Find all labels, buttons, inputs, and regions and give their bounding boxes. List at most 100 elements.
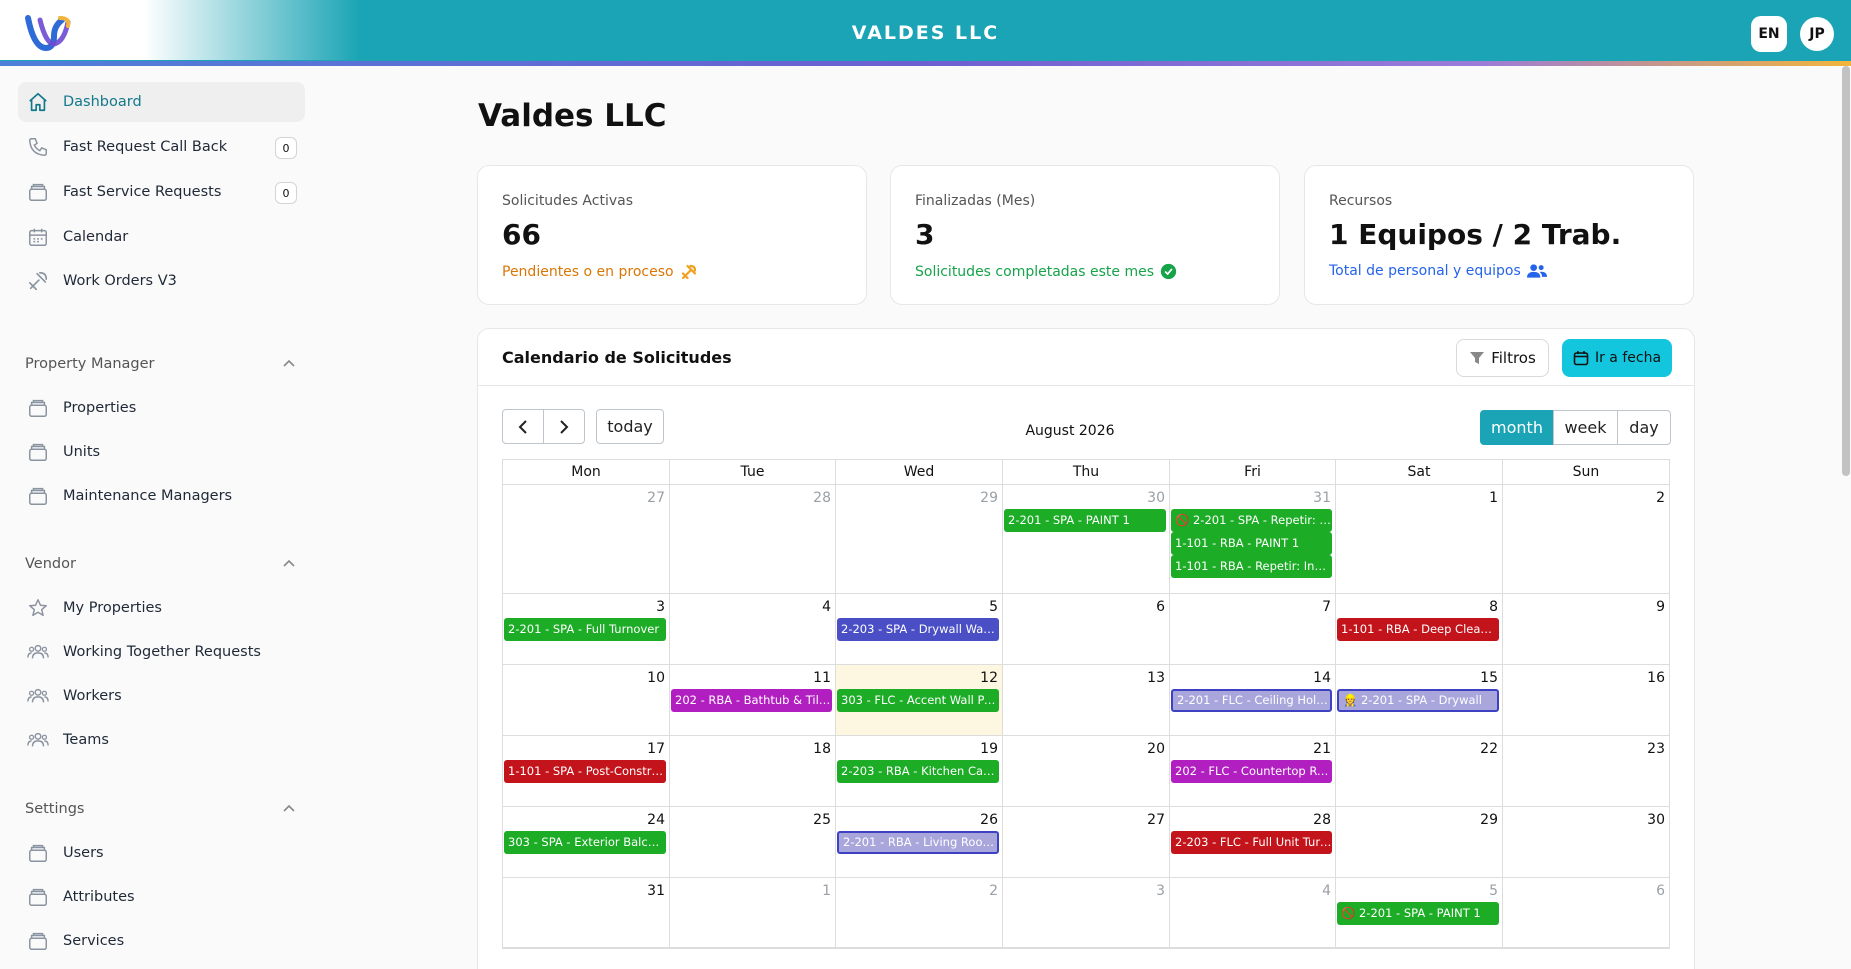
day-number[interactable]: 31 bbox=[647, 883, 665, 899]
next-month-button[interactable] bbox=[543, 409, 585, 444]
day-number[interactable]: 6 bbox=[1156, 599, 1165, 615]
prev-month-button[interactable] bbox=[502, 409, 544, 444]
day-cell[interactable]: 1 bbox=[1336, 485, 1503, 594]
day-cell[interactable]: 4 bbox=[1170, 878, 1336, 948]
day-number[interactable]: 30 bbox=[1647, 812, 1665, 828]
sidebar-item-working-together-requests[interactable]: Working Together Requests bbox=[18, 632, 305, 672]
calendar-event[interactable]: 1-101 - RBA - Repetir: Incidencia bbox=[1171, 555, 1332, 578]
day-number[interactable]: 23 bbox=[1647, 741, 1665, 757]
calendar-event[interactable]: 303 - SPA - Exterior Balcony bbox=[504, 831, 666, 854]
day-cell[interactable]: 7 bbox=[1170, 594, 1336, 665]
day-cell[interactable]: 3 bbox=[1003, 878, 1170, 948]
day-cell[interactable]: 4 bbox=[670, 594, 836, 665]
day-number[interactable]: 22 bbox=[1480, 741, 1498, 757]
day-cell[interactable]: 29 bbox=[836, 485, 1003, 594]
day-cell[interactable]: 29 bbox=[1336, 807, 1503, 878]
calendar-event[interactable]: 303 - FLC - Accent Wall Paint bbox=[837, 689, 999, 712]
day-number[interactable]: 11 bbox=[813, 670, 831, 686]
day-number[interactable]: 1 bbox=[822, 883, 831, 899]
day-number[interactable]: 14 bbox=[1313, 670, 1331, 686]
calendar-event[interactable]: 2-203 - SPA - Drywall Water Damage bbox=[837, 618, 999, 641]
sidebar-item-attributes[interactable]: Attributes bbox=[18, 877, 305, 917]
view-week-button[interactable]: week bbox=[1553, 410, 1618, 445]
calendar-event[interactable]: 🚫 2-201 - SPA - Repetir: Cocina bbox=[1171, 509, 1332, 532]
sidebar-item-fast-service-requests[interactable]: Fast Service Requests 0 bbox=[18, 172, 305, 212]
day-number[interactable]: 2 bbox=[1656, 490, 1665, 506]
day-cell[interactable]: 9 bbox=[1503, 594, 1670, 665]
day-number[interactable]: 1 bbox=[1489, 490, 1498, 506]
day-cell[interactable]: 30 bbox=[1003, 485, 1170, 594]
day-cell[interactable]: 6 bbox=[1503, 878, 1670, 948]
day-number[interactable]: 7 bbox=[1322, 599, 1331, 615]
day-number[interactable]: 2 bbox=[989, 883, 998, 899]
day-number[interactable]: 9 bbox=[1656, 599, 1665, 615]
day-cell[interactable]: 27 bbox=[1003, 807, 1170, 878]
day-cell[interactable]: 1 bbox=[670, 878, 836, 948]
day-cell[interactable]: 16 bbox=[1503, 665, 1670, 736]
sidebar-item-properties[interactable]: Properties bbox=[18, 388, 305, 428]
calendar-event[interactable]: 2-203 - RBA - Kitchen Cabinets bbox=[837, 760, 999, 783]
day-cell[interactable]: 30 bbox=[1503, 807, 1670, 878]
day-number[interactable]: 19 bbox=[980, 741, 998, 757]
day-number[interactable]: 10 bbox=[647, 670, 665, 686]
day-number[interactable]: 8 bbox=[1489, 599, 1498, 615]
day-cell[interactable]: 6 bbox=[1003, 594, 1170, 665]
sidebar-section-property-manager[interactable]: Property Manager bbox=[25, 356, 295, 372]
day-cell[interactable]: 18 bbox=[670, 736, 836, 807]
calendar-event[interactable]: 1-101 - RBA - PAINT 1 bbox=[1171, 532, 1332, 555]
day-number[interactable]: 4 bbox=[822, 599, 831, 615]
day-number[interactable]: 20 bbox=[1147, 741, 1165, 757]
day-cell[interactable]: 22 bbox=[1336, 736, 1503, 807]
sidebar-item-work-orders-v3[interactable]: Work Orders V3 bbox=[18, 261, 305, 301]
day-cell[interactable]: 28 bbox=[670, 485, 836, 594]
day-number[interactable]: 26 bbox=[980, 812, 998, 828]
day-number[interactable]: 6 bbox=[1656, 883, 1665, 899]
day-number[interactable]: 30 bbox=[1147, 490, 1165, 506]
day-number[interactable]: 25 bbox=[813, 812, 831, 828]
day-number[interactable]: 3 bbox=[1156, 883, 1165, 899]
calendar-event[interactable]: 2-201 - FLC - Ceiling Hole Repair bbox=[1171, 689, 1332, 712]
day-number[interactable]: 21 bbox=[1313, 741, 1331, 757]
avatar[interactable]: JP bbox=[1800, 17, 1834, 51]
language-button[interactable]: EN bbox=[1751, 16, 1787, 52]
day-number[interactable]: 29 bbox=[1480, 812, 1498, 828]
day-number[interactable]: 13 bbox=[1147, 670, 1165, 686]
goto-date-button[interactable]: Ir a fecha bbox=[1562, 339, 1672, 377]
sidebar-item-teams[interactable]: Teams bbox=[18, 720, 305, 760]
sidebar-item-units[interactable]: Units bbox=[18, 432, 305, 472]
day-number[interactable]: 5 bbox=[989, 599, 998, 615]
sidebar-item-users[interactable]: Users bbox=[18, 833, 305, 873]
view-day-button[interactable]: day bbox=[1617, 410, 1671, 445]
sidebar-item-my-properties[interactable]: My Properties bbox=[18, 588, 305, 628]
calendar-event[interactable]: 202 - FLC - Countertop Replacement bbox=[1171, 760, 1332, 783]
day-number[interactable]: 28 bbox=[813, 490, 831, 506]
sidebar-item-dashboard[interactable]: Dashboard bbox=[18, 82, 305, 122]
day-number[interactable]: 27 bbox=[1147, 812, 1165, 828]
chevron-up-icon[interactable] bbox=[283, 801, 295, 815]
sidebar-item-services[interactable]: Services bbox=[18, 921, 305, 961]
sidebar-item-workers[interactable]: Workers bbox=[18, 676, 305, 716]
day-cell[interactable]: 13 bbox=[1003, 665, 1170, 736]
day-number[interactable]: 16 bbox=[1647, 670, 1665, 686]
day-cell[interactable]: 25 bbox=[670, 807, 836, 878]
calendar-event[interactable]: 👷 2-201 - SPA - Drywall bbox=[1337, 689, 1499, 712]
calendar-event[interactable]: 2-203 - FLC - Full Unit Turnover bbox=[1171, 831, 1332, 854]
day-number[interactable]: 31 bbox=[1313, 490, 1331, 506]
day-cell[interactable]: 2 bbox=[1503, 485, 1670, 594]
calendar-event[interactable]: 2-201 - SPA - PAINT 1 bbox=[1004, 509, 1166, 532]
day-number[interactable]: 4 bbox=[1322, 883, 1331, 899]
page-scrollbar[interactable] bbox=[1842, 66, 1850, 476]
day-number[interactable]: 3 bbox=[656, 599, 665, 615]
day-cell[interactable]: 20 bbox=[1003, 736, 1170, 807]
day-number[interactable]: 15 bbox=[1480, 670, 1498, 686]
sidebar-item-calendar[interactable]: Calendar bbox=[18, 217, 305, 257]
day-number[interactable]: 18 bbox=[813, 741, 831, 757]
day-cell[interactable]: 2 bbox=[836, 878, 1003, 948]
sidebar-section-vendor[interactable]: Vendor bbox=[25, 556, 295, 572]
calendar-event[interactable]: 202 - RBA - Bathtub & Tile Repair bbox=[671, 689, 832, 712]
day-number[interactable]: 5 bbox=[1489, 883, 1498, 899]
calendar-event[interactable]: 🚫 2-201 - SPA - PAINT 1 bbox=[1337, 902, 1499, 925]
day-number[interactable]: 17 bbox=[647, 741, 665, 757]
sidebar-item-fast-request-call-back[interactable]: Fast Request Call Back 0 bbox=[18, 127, 305, 167]
day-cell[interactable]: 10 bbox=[503, 665, 670, 736]
